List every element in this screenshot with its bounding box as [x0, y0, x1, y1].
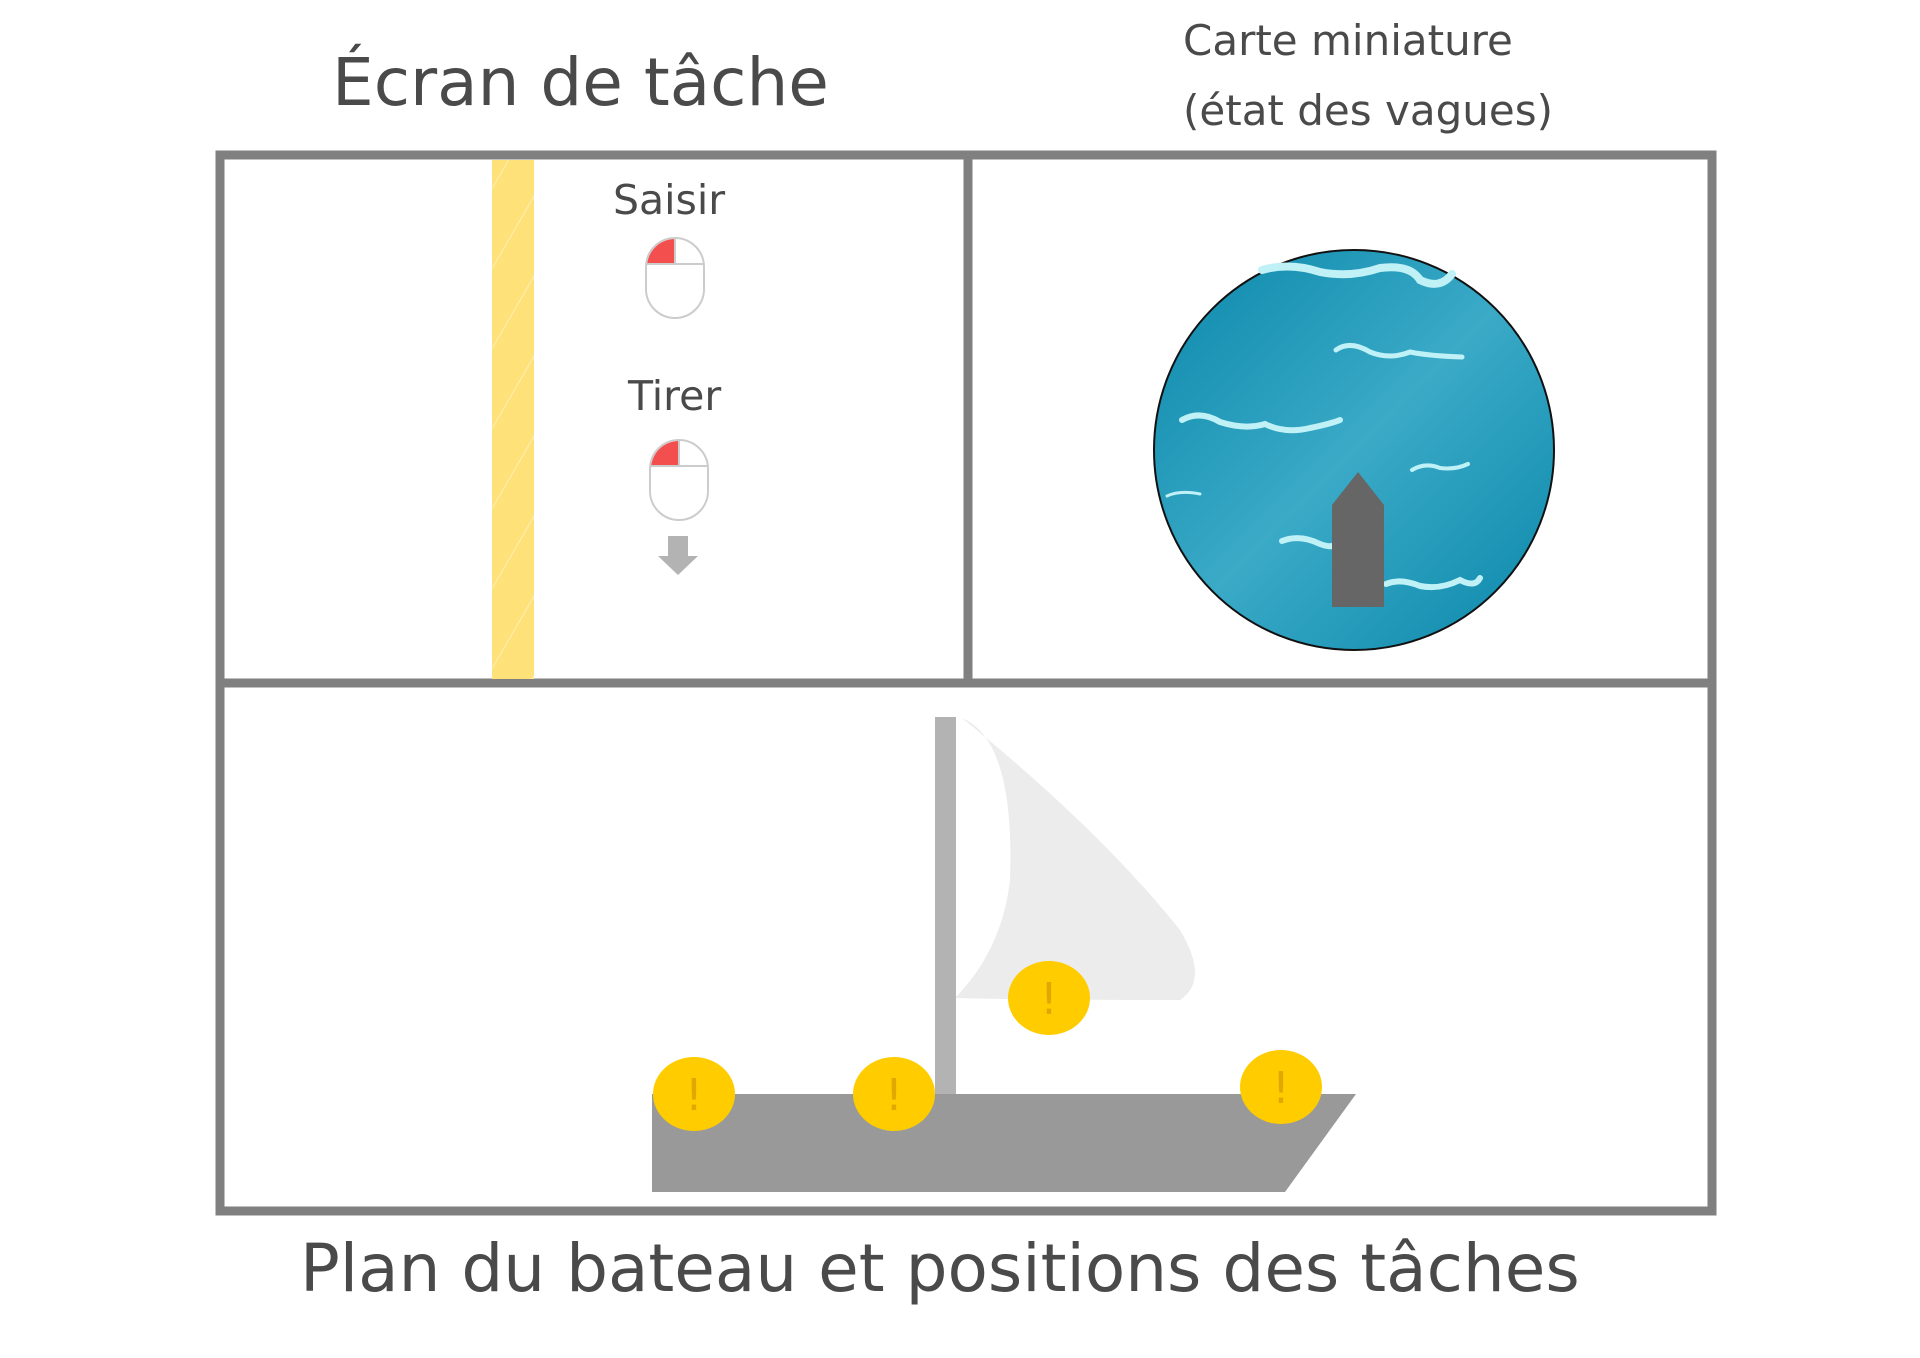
mast	[935, 717, 956, 1095]
task-marker[interactable]: !	[1240, 1050, 1322, 1124]
arrow-down-icon	[658, 536, 698, 575]
boat	[652, 717, 1356, 1192]
exclamation-icon: !	[1040, 974, 1058, 1025]
exclamation-icon: !	[1272, 1063, 1290, 1114]
task-screen-panel	[215, 150, 973, 688]
exclamation-icon: !	[685, 1070, 703, 1121]
pull-mouse-icon	[649, 439, 709, 521]
grab-mouse-icon	[645, 237, 705, 319]
diagram-canvas: !!!!	[215, 150, 1717, 1216]
minimap	[1153, 249, 1555, 651]
grab-label: Saisir	[613, 176, 726, 224]
task-marker[interactable]: !	[653, 1057, 735, 1131]
boat-plan-title: Plan du bateau et positions des tâches	[300, 1230, 1580, 1307]
task-marker[interactable]: !	[853, 1057, 935, 1131]
exclamation-icon: !	[885, 1070, 903, 1121]
sail	[955, 718, 1195, 1000]
rope[interactable]	[492, 160, 534, 679]
pull-label: Tirer	[628, 372, 722, 420]
task-marker[interactable]: !	[1008, 961, 1090, 1035]
